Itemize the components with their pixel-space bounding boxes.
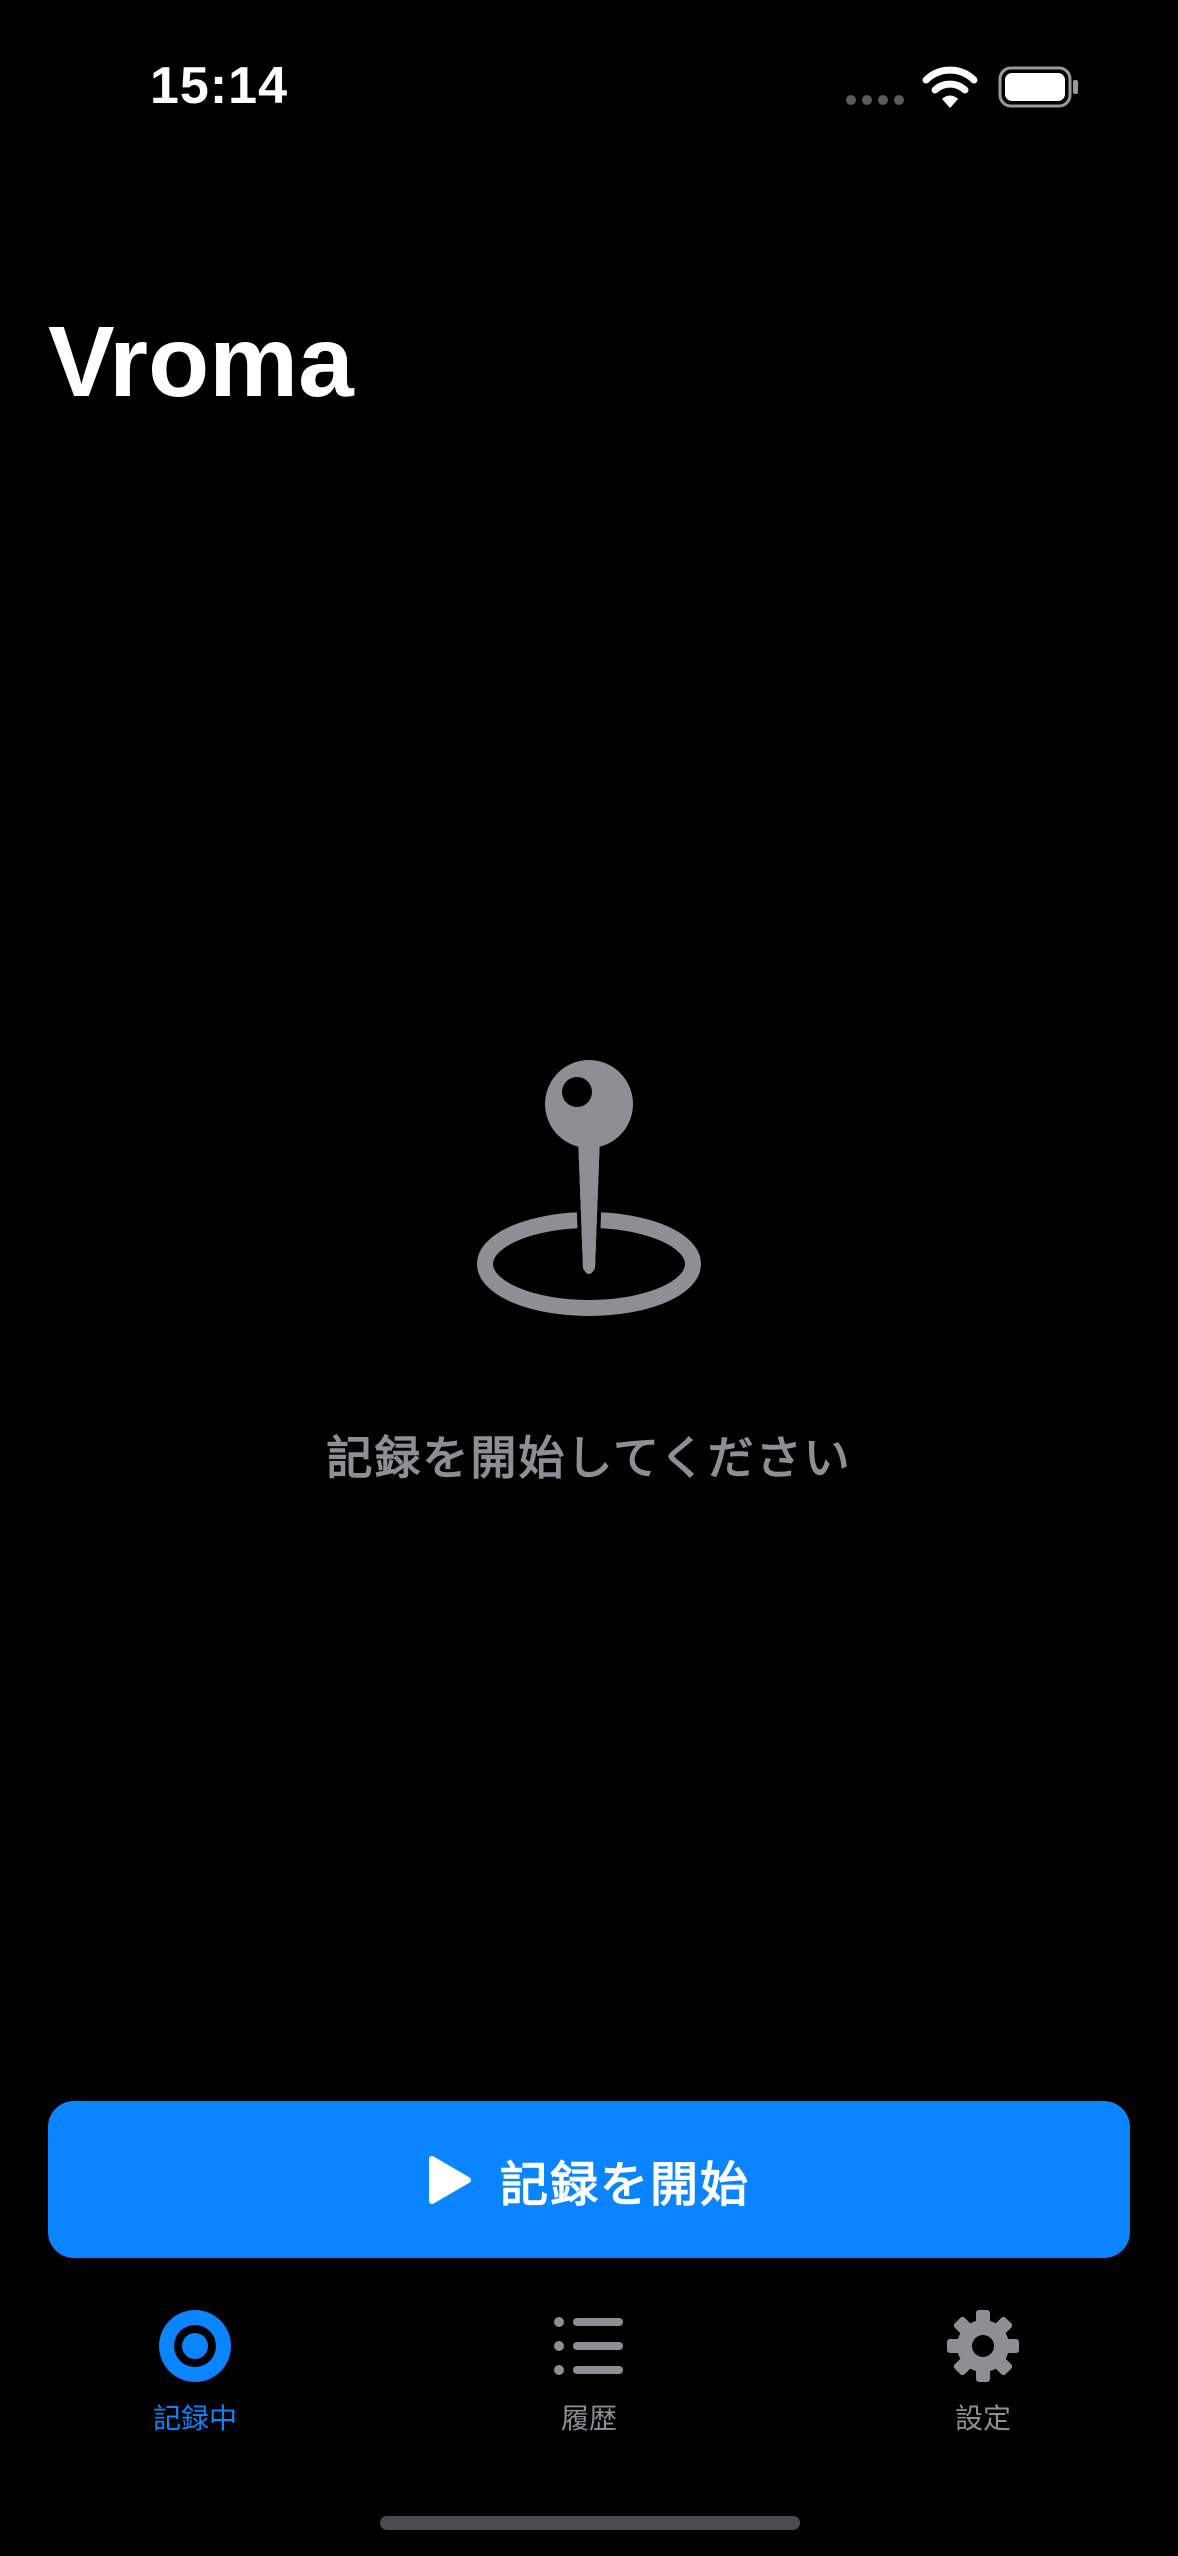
wifi-icon <box>922 66 978 108</box>
tab-recording-label: 記録中 <box>152 2402 237 2435</box>
status-bar: 15:14 <box>0 0 1178 160</box>
page-title: Vroma <box>48 306 354 418</box>
tab-settings-label: 設定 <box>954 2402 1011 2435</box>
joystick-pin-icon <box>477 1060 701 1316</box>
record-circle-icon <box>159 2310 231 2382</box>
list-icon <box>554 2317 623 2375</box>
start-recording-button[interactable]: 記録を開始 <box>48 2101 1130 2258</box>
cellular-signal-icon <box>846 95 904 105</box>
battery-icon <box>998 66 1078 108</box>
status-time: 15:14 <box>150 57 288 115</box>
play-icon <box>428 2155 471 2204</box>
empty-state-message: 記録を開始してください <box>326 1431 852 1485</box>
gear-icon <box>947 2310 1019 2382</box>
tab-settings[interactable]: 設定 <box>883 2310 1083 2437</box>
tab-history[interactable]: 履歴 <box>489 2310 689 2437</box>
tab-bar: 記録中 履歴 設定 <box>0 2310 1178 2510</box>
start-recording-label: 記録を開始 <box>499 2156 750 2213</box>
tab-history-label: 履歴 <box>560 2402 617 2435</box>
tab-recording[interactable]: 記録中 <box>95 2310 295 2437</box>
home-indicator <box>380 2516 800 2530</box>
